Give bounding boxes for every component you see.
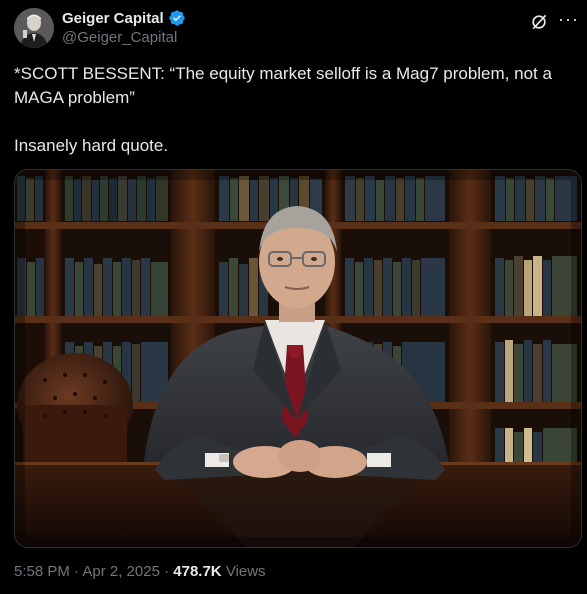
meta-separator: · [159, 563, 174, 580]
author-name-row[interactable]: Geiger Capital [62, 9, 186, 27]
photo-illustration [15, 170, 581, 547]
author-display-name[interactable]: Geiger Capital [62, 10, 164, 27]
tweet-text: *SCOTT BESSENT: “The equity market sello… [14, 62, 574, 158]
tweet: Geiger Capital @Geiger_Capital ··· *SCOT… [0, 0, 587, 594]
verified-badge-icon [169, 10, 185, 26]
tweet-text-quote: *SCOTT BESSENT: “The equity market sello… [14, 64, 552, 107]
avatar[interactable] [14, 8, 54, 48]
views-count[interactable]: 478.7K [173, 563, 221, 580]
grok-icon[interactable] [529, 12, 549, 32]
tweet-text-comment: Insanely hard quote. [14, 136, 169, 155]
portrait-avatar-icon [14, 8, 54, 48]
views-label: Views [225, 563, 266, 580]
tweet-photo[interactable] [14, 169, 582, 548]
tweet-meta: 5:58 PM · Apr 2, 2025 · 478.7K Views [14, 563, 266, 580]
timestamp-link[interactable]: 5:58 PM · Apr 2, 2025 [14, 563, 160, 580]
author-handle[interactable]: @Geiger_Capital [62, 29, 177, 46]
more-icon[interactable]: ··· [558, 10, 580, 32]
